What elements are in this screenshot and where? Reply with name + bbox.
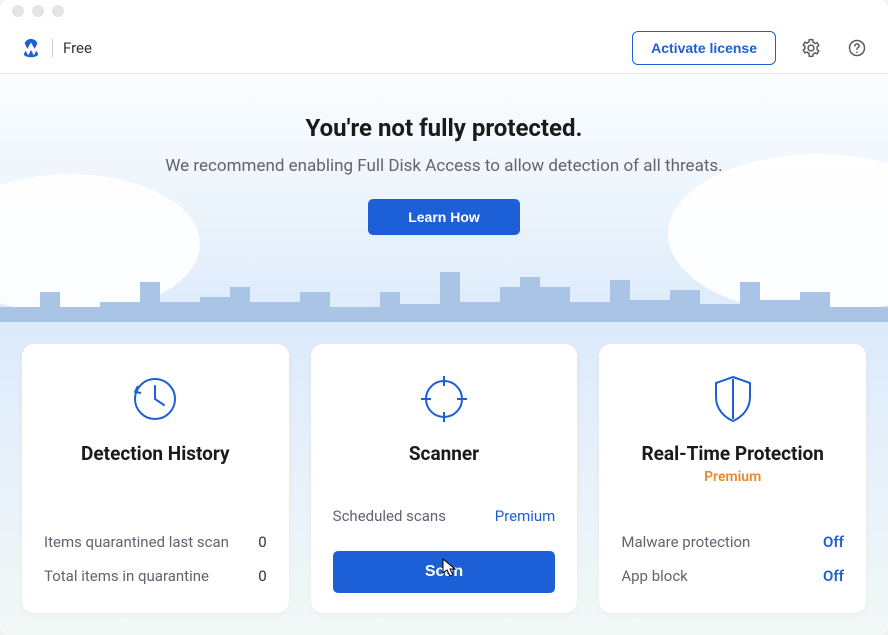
minimize-window-button[interactable]: [32, 5, 44, 17]
learn-how-button[interactable]: Learn How: [368, 199, 520, 235]
detection-history-card: Detection History Items quarantined last…: [22, 344, 289, 613]
card-body: Malware protection Off App block Off: [621, 501, 844, 593]
stat-label: Total items in quarantine: [44, 567, 209, 585]
shield-icon: [712, 375, 754, 423]
card-title: Detection History: [44, 442, 267, 465]
brand-logo: Free: [20, 37, 92, 59]
app-window: Free Activate license You're not fully p…: [0, 0, 888, 635]
card-subtitle: Premium: [621, 469, 844, 485]
status-value[interactable]: Off: [823, 567, 844, 585]
cards-row: Detection History Items quarantined last…: [0, 322, 888, 635]
help-button[interactable]: [846, 37, 868, 59]
stat-value: 0: [258, 567, 266, 585]
activate-license-button[interactable]: Activate license: [632, 31, 776, 65]
stat-row: Items quarantined last scan 0: [44, 525, 267, 559]
scan-button[interactable]: Scan: [333, 551, 556, 593]
titlebar: [0, 0, 888, 22]
premium-link[interactable]: Premium: [495, 507, 556, 525]
gear-icon: [801, 38, 821, 58]
hero-title: You're not fully protected.: [0, 114, 888, 142]
malwarebytes-icon: [20, 37, 42, 59]
card-title: Real-Time Protection: [621, 442, 844, 465]
stat-row: Total items in quarantine 0: [44, 559, 267, 593]
stat-label: Items quarantined last scan: [44, 533, 229, 551]
protection-row: Malware protection Off: [621, 525, 844, 559]
zoom-window-button[interactable]: [52, 5, 64, 17]
help-icon: [847, 38, 867, 58]
settings-button[interactable]: [800, 37, 822, 59]
stat-label: App block: [621, 567, 687, 585]
stat-value: 0: [258, 533, 266, 551]
close-window-button[interactable]: [12, 5, 24, 17]
real-time-protection-card: Real-Time Protection Premium Malware pro…: [599, 344, 866, 613]
hero-banner: You're not fully protected. We recommend…: [0, 74, 888, 322]
rtp-icon: [621, 370, 844, 428]
stat-label: Scheduled scans: [333, 507, 446, 525]
detection-history-icon: [44, 370, 267, 428]
toolbar: Free Activate license: [0, 22, 888, 74]
crosshair-icon: [421, 376, 467, 422]
scanner-icon: [333, 370, 556, 428]
plan-label: Free: [63, 39, 92, 57]
card-body: Scheduled scans Premium Scan: [333, 475, 556, 593]
scan-button-label: Scan: [425, 563, 463, 580]
history-icon: [132, 376, 178, 422]
card-title: Scanner: [333, 442, 556, 465]
protection-row: App block Off: [621, 559, 844, 593]
scanner-card: Scanner Scheduled scans Premium Scan: [311, 344, 578, 613]
hero-subtitle: We recommend enabling Full Disk Access t…: [164, 154, 724, 179]
card-body: Items quarantined last scan 0 Total item…: [44, 501, 267, 593]
skyline-decoration: [0, 262, 888, 322]
status-value[interactable]: Off: [823, 533, 844, 551]
toolbar-divider: [52, 39, 53, 57]
scheduled-scans-row: Scheduled scans Premium: [333, 499, 556, 533]
stat-label: Malware protection: [621, 533, 750, 551]
